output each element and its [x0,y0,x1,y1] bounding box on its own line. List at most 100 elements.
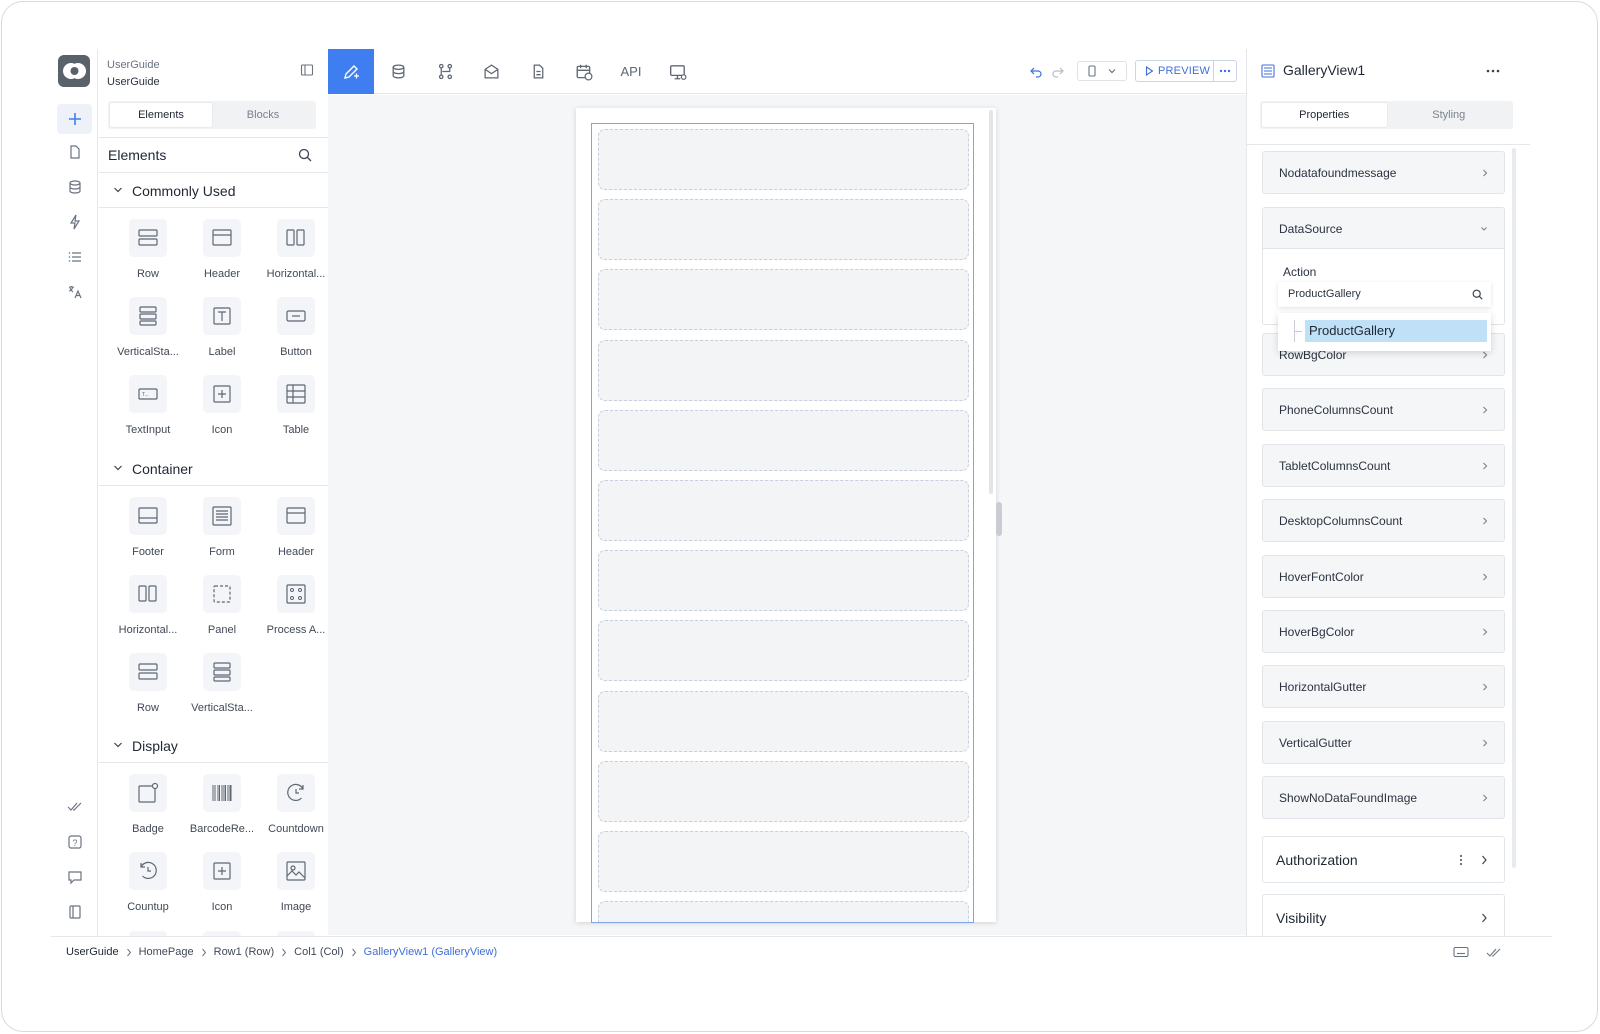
undo-icon[interactable] [1029,65,1043,79]
chevron-right-icon [1482,913,1487,923]
prop-desktopcolumnscount[interactable]: DesktopColumnsCount [1262,499,1505,543]
api-tool-button[interactable]: API [608,49,654,94]
preview-scrollbar[interactable] [989,110,993,494]
prop-hoverbgcolor[interactable]: HoverBgColor [1262,610,1505,653]
dropdown-option-productgallery[interactable]: ProductGallery [1305,320,1487,342]
action-search-input[interactable]: ProductGallery [1278,282,1491,307]
double-check-icon[interactable] [51,792,98,820]
tab-blocks[interactable]: Blocks [212,103,314,127]
gallery-item-placeholder[interactable] [598,550,969,612]
lightning-icon[interactable] [51,208,98,236]
prop-shownodatafoundimage[interactable]: ShowNoDataFoundImage [1262,776,1505,820]
element-tile[interactable]: Image [259,852,333,924]
tab-styling[interactable]: Styling [1387,103,1512,127]
chevron-right-icon [1483,628,1488,636]
element-tile[interactable]: Table [259,375,333,447]
element-tile[interactable]: Panel [185,575,259,647]
list-icon[interactable] [51,243,98,271]
element-label: Header [277,546,315,558]
element-tile[interactable]: Horizontal... [259,219,333,291]
breadcrumb-item[interactable]: UserGuide [66,946,119,958]
gallery-item-placeholder[interactable] [598,480,969,541]
gallery-item-placeholder[interactable] [598,409,969,471]
gallery-item-placeholder[interactable] [598,901,969,922]
chevron-down-icon [114,465,122,471]
double-check-icon[interactable] [1486,946,1502,958]
gallery-item-placeholder[interactable] [598,831,969,892]
more-menu-icon[interactable] [1486,69,1500,73]
element-tile[interactable]: Button [259,297,333,369]
prop-hoverfontcolor[interactable]: HoverFontColor [1262,554,1505,598]
element-tile[interactable]: T... TextInput [111,375,185,447]
scheduler-tool-button[interactable] [561,49,607,94]
authorization-section[interactable]: Authorization [1262,836,1505,883]
prop-horizontalgutter[interactable]: HorizontalGutter [1262,665,1505,709]
datasource-header[interactable]: DataSource [1263,208,1504,249]
search-icon[interactable] [298,148,312,162]
gallery-item-placeholder[interactable] [598,199,969,261]
document-tool-button[interactable] [515,49,561,94]
translate-icon[interactable] [51,278,98,306]
database-icon[interactable] [51,173,98,201]
data-tool-button[interactable] [375,49,421,94]
element-tile[interactable]: Icon [185,375,259,447]
element-tile[interactable]: VerticalSta... [185,653,259,725]
element-tile[interactable]: Row [111,653,185,725]
monitor-settings-button[interactable] [655,49,701,94]
device-selector[interactable] [1077,61,1127,81]
element-tile[interactable]: VerticalSta... [111,297,185,369]
tab-elements[interactable]: Elements [110,103,212,127]
element-label: Button [280,346,312,358]
prop-nodatafoundmessage[interactable]: Nodatafoundmessage [1262,151,1505,194]
breadcrumb-item[interactable]: Row1 (Row) [214,946,275,958]
collapse-panel-icon[interactable] [300,63,314,77]
element-tile[interactable]: BarcodeRe... [185,774,259,846]
kebab-icon[interactable] [1459,854,1463,866]
breadcrumb-item[interactable]: Col1 (Col) [294,946,344,958]
element-tile[interactable]: Countup [111,852,185,924]
gallery-item-placeholder[interactable] [598,760,969,822]
section-title: Commonly Used [132,183,236,199]
redo-icon[interactable] [1051,65,1065,79]
element-tile[interactable]: Footer [111,497,185,569]
breadcrumb-item[interactable]: HomePage [139,946,194,958]
prop-tabletcolumnscount[interactable]: TabletColumnsCount [1262,443,1505,487]
keyboard-icon[interactable] [1453,946,1469,958]
page-icon[interactable] [51,138,98,166]
book-icon[interactable] [51,898,98,926]
resize-handle[interactable] [996,502,1002,536]
email-tool-button[interactable] [468,49,514,94]
preview-button[interactable]: PREVIEW [1136,61,1214,81]
gallery-item-placeholder[interactable] [598,690,969,752]
add-element-icon[interactable] [57,104,92,134]
breadcrumb-item[interactable]: GalleryView1 (GalleryView) [364,946,497,958]
element-tile[interactable]: Badge [111,774,185,846]
element-tile[interactable]: Header [259,497,333,569]
element-tile[interactable]: Row [111,219,185,291]
element-label: Badge [132,823,164,835]
prop-phonecolumnscount[interactable]: PhoneColumnsCount [1262,388,1505,432]
workflow-tool-button[interactable] [422,49,468,94]
element-tile[interactable]: Horizontal... [111,575,185,647]
more-options-icon[interactable] [1214,69,1236,73]
visibility-section[interactable]: Visibility [1262,894,1505,937]
prop-verticalgutter[interactable]: VerticalGutter [1262,720,1505,764]
chevron-right-icon [1483,573,1488,580]
element-tile[interactable]: Label [185,297,259,369]
gallery-item-placeholder[interactable] [598,269,969,331]
help-icon[interactable]: ? [51,828,98,856]
element-tile[interactable]: Process A... [259,575,333,647]
gallery-item-placeholder[interactable] [598,620,969,682]
element-tile[interactable]: Form [185,497,259,569]
properties-scrollbar[interactable] [1512,148,1516,868]
element-tile[interactable]: Icon [185,852,259,924]
gallery-item-placeholder[interactable] [598,129,969,190]
gallery-item-placeholder[interactable] [598,339,969,401]
element-tile[interactable]: Header [185,219,259,291]
tab-properties[interactable]: Properties [1262,103,1387,127]
element-tile[interactable]: Countdown [259,774,333,846]
design-tool-button[interactable] [328,49,374,94]
chat-icon[interactable] [51,863,98,891]
design-canvas[interactable] [328,95,1246,935]
gallery-view[interactable] [591,123,974,923]
